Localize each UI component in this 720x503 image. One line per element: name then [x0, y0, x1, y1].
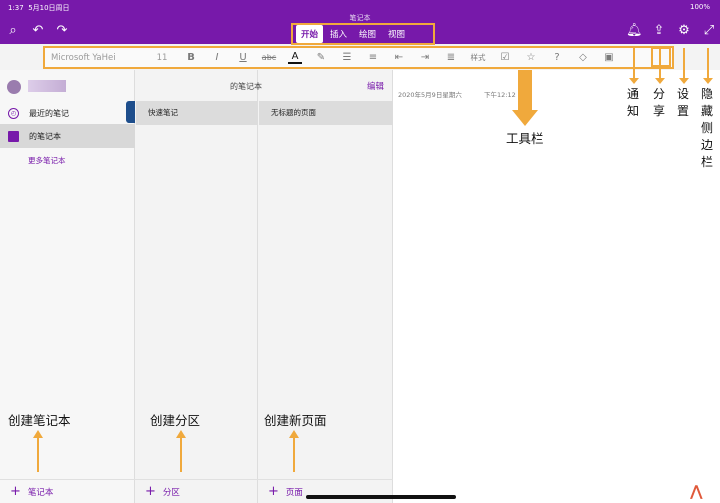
section-pane — [135, 70, 258, 503]
notebook-item[interactable]: 的笔记本 — [0, 124, 135, 148]
notebook-color-tab — [126, 101, 135, 123]
notebook-label: 的笔记本 — [29, 131, 61, 141]
home-indicator — [306, 495, 456, 499]
share-arrow-head — [655, 78, 665, 84]
add-page-button[interactable]: + 页面 — [258, 479, 393, 503]
toolbar-arrow-head — [512, 110, 538, 126]
font-size-select[interactable]: 11 — [146, 53, 178, 63]
hide-sidebar-annotation: 隐藏侧边栏 — [700, 87, 713, 169]
settings-annotation: 设置 — [676, 87, 689, 118]
create-page-annotation: 创建新页面 — [264, 413, 327, 428]
create-notebook-annotation: 创建笔记本 — [8, 413, 71, 428]
create-page-arrow-head — [289, 430, 299, 438]
checkbox-icon[interactable]: ☑ — [492, 52, 518, 63]
search-icon[interactable]: ⌕ — [5, 23, 21, 39]
page-time: 下午12:12 — [484, 91, 516, 99]
tab-home[interactable]: 开始 — [296, 25, 324, 43]
outdent-icon[interactable]: ⇤ — [386, 52, 412, 63]
recent-notes-label: 最近的笔记 — [29, 108, 69, 118]
add-section-label: 分区 — [162, 487, 180, 498]
expand-icon[interactable]: ⤢ — [701, 23, 717, 39]
create-section-arrow — [180, 438, 182, 472]
create-notebook-arrow-head — [33, 430, 43, 438]
settings-arrow-head — [679, 78, 689, 84]
plus-icon: + — [10, 484, 21, 499]
section-item[interactable]: 快速笔记 — [136, 101, 258, 125]
indent-icon[interactable]: ⇥ — [412, 52, 438, 63]
notify-arrow-head — [629, 78, 639, 84]
settings-arrow — [683, 48, 685, 78]
create-section-arrow-head — [176, 430, 186, 438]
gear-icon[interactable]: ⚙ — [676, 23, 692, 39]
bold-button[interactable]: B — [178, 52, 204, 63]
ribbon-tabs: 开始 插入 绘图 视图 — [291, 23, 435, 45]
app-header: 1:37 5月10日周日 100% 笔记本 ⌕ ↶ ↷ 开始 插入 绘图 视图 … — [0, 0, 720, 45]
align-icon[interactable]: ≣ — [438, 52, 464, 63]
share-arrow — [659, 48, 661, 78]
styles-button[interactable]: 样式 — [464, 52, 492, 63]
hide-sidebar-icon[interactable]: ▣ — [596, 52, 622, 63]
notebook-title: 的笔记本 — [230, 82, 262, 91]
clock-icon: ◴ — [8, 107, 19, 119]
undo-icon[interactable]: ↶ — [30, 23, 46, 39]
notify-arrow — [633, 48, 635, 78]
more-notebooks-link[interactable]: 更多笔记本 — [28, 155, 66, 166]
add-section-button[interactable]: + 分区 — [135, 479, 258, 503]
bullet-list-icon[interactable]: ☰ — [334, 52, 360, 63]
highlighter-icon[interactable]: ✎ — [308, 52, 334, 63]
page-pane — [258, 70, 393, 503]
account-name — [28, 80, 66, 92]
strikethrough-button[interactable]: abc — [256, 53, 282, 62]
edit-button[interactable]: 编辑 — [367, 80, 384, 92]
page-canvas[interactable] — [393, 70, 720, 503]
notebook-icon — [8, 130, 19, 142]
toolbar-arrow — [518, 70, 532, 110]
underline-button[interactable]: U — [230, 52, 256, 63]
hide-sidebar-arrow — [707, 48, 709, 78]
create-notebook-arrow — [37, 438, 39, 472]
create-section-annotation: 创建分区 — [150, 413, 201, 428]
plus-icon: + — [145, 484, 156, 499]
create-page-arrow — [293, 438, 295, 472]
page-item[interactable]: 无标题的页面 — [259, 101, 393, 125]
avatar[interactable] — [7, 80, 21, 94]
toolbar-annotation: 工具栏 — [506, 131, 544, 146]
hide-sidebar-highlight — [651, 47, 671, 67]
share-annotation: 分享 — [652, 87, 665, 118]
numbered-list-icon[interactable]: ≡ — [360, 52, 386, 63]
add-notebook-button[interactable]: + 笔记本 — [0, 479, 135, 503]
hide-sidebar-arrow-head — [703, 78, 713, 84]
window-title: 笔记本 — [349, 14, 371, 22]
tag-icon[interactable]: ◇ — [570, 52, 596, 63]
add-notebook-label: 笔记本 — [27, 487, 54, 498]
bell-icon[interactable]: 🔔︎ — [626, 23, 643, 39]
status-time: 1:37 5月10日周日 — [8, 4, 70, 12]
page-date: 2020年5月9日星期六 — [398, 91, 462, 99]
font-name-select[interactable]: Microsoft YaHei — [51, 53, 146, 63]
add-page-label: 页面 — [285, 487, 303, 498]
plus-icon: + — [268, 484, 279, 499]
redo-icon[interactable]: ↷ — [54, 23, 70, 39]
status-battery: 100% — [689, 3, 710, 11]
notify-annotation: 通知 — [626, 87, 639, 118]
font-color-button[interactable]: A — [288, 51, 302, 64]
tab-view[interactable]: 视图 — [383, 25, 410, 43]
star-icon[interactable]: ☆ — [518, 52, 544, 63]
watermark-logo: ⋀ — [690, 482, 703, 500]
recent-notes-item[interactable]: ◴ 最近的笔记 — [0, 101, 135, 125]
formatting-toolbar: Microsoft YaHei 11 B I U abc A ✎ ☰ ≡ ⇤ ⇥… — [43, 46, 674, 69]
tab-insert[interactable]: 插入 — [325, 25, 352, 43]
share-icon[interactable]: ⇪ — [651, 23, 667, 39]
tab-draw[interactable]: 绘图 — [354, 25, 381, 43]
italic-button[interactable]: I — [204, 52, 230, 63]
help-button[interactable]: ? — [544, 52, 570, 63]
